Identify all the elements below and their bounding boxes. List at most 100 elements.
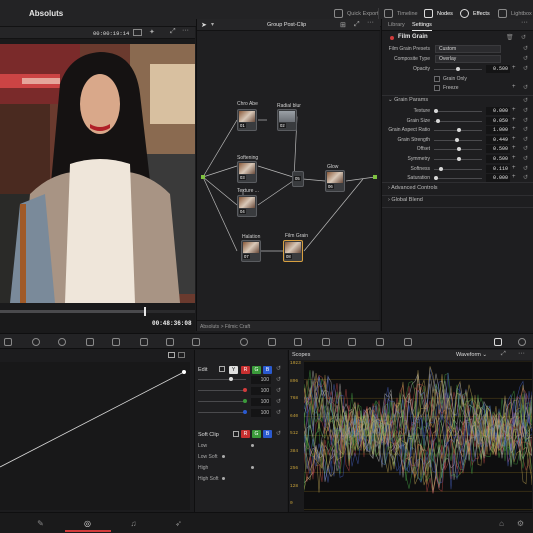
color-wheels-icon[interactable]	[32, 338, 40, 346]
channel-b-button[interactable]: B	[263, 366, 272, 374]
channel-r-button[interactable]: R	[241, 366, 250, 374]
more-icon[interactable]: ···	[182, 27, 189, 34]
grain-params-header[interactable]: ⌄ Grain Params	[388, 97, 428, 103]
param-slider[interactable]	[434, 166, 482, 171]
low-soft-knob[interactable]	[222, 455, 225, 458]
add-keyframe-icon[interactable]: +	[512, 65, 516, 71]
reset-icon[interactable]: ↺	[276, 376, 281, 383]
slider-knob[interactable]	[457, 157, 461, 161]
key-icon[interactable]	[348, 338, 356, 346]
add-keyframe-icon[interactable]: +	[512, 145, 516, 151]
link-icon[interactable]	[219, 366, 225, 372]
grain-only-checkbox[interactable]	[434, 76, 440, 82]
node-mixer[interactable]: 05	[292, 171, 304, 187]
node-glow[interactable]: 06	[325, 170, 345, 192]
viewer-image[interactable]	[0, 44, 195, 303]
trash-icon[interactable]: 🗑	[506, 34, 514, 41]
param-slider[interactable]	[434, 137, 482, 142]
channel-y-button[interactable]: Y	[229, 366, 238, 374]
slider-knob[interactable]	[434, 176, 438, 181]
more-icon[interactable]: ···	[518, 350, 525, 357]
param-value[interactable]: 0.000	[486, 107, 510, 115]
low-knob[interactable]	[251, 444, 254, 447]
curve-mode-icon[interactable]	[168, 352, 175, 358]
qualifier-icon[interactable]	[192, 338, 200, 346]
tab-library[interactable]: Library	[388, 22, 405, 28]
reset-icon[interactable]: ↺	[523, 136, 528, 143]
node-film-grain[interactable]: 08	[283, 240, 303, 262]
motion-effects-icon[interactable]	[112, 338, 120, 346]
param-slider[interactable]	[434, 109, 482, 113]
rgb-mixer-icon[interactable]	[86, 338, 94, 346]
reset-icon[interactable]: ↺	[523, 145, 528, 152]
gear-icon[interactable]: ⚙	[516, 519, 525, 528]
node-halation[interactable]: 07	[241, 240, 261, 262]
sizing-icon[interactable]	[376, 338, 384, 346]
slider-knob[interactable]	[243, 388, 247, 392]
scrub-bar[interactable]	[0, 307, 195, 316]
fairlight-page-icon[interactable]: ♫	[129, 519, 138, 528]
reset-icon[interactable]: ↺	[521, 34, 526, 41]
param-slider[interactable]	[434, 157, 482, 161]
softclip-g-button[interactable]: G	[252, 430, 261, 438]
playhead[interactable]	[144, 307, 146, 316]
param-value[interactable]: 1.000	[486, 126, 510, 135]
reset-icon[interactable]: ↺	[276, 430, 281, 437]
reset-icon[interactable]: ↺	[276, 365, 281, 372]
reset-icon[interactable]: ↺	[523, 174, 528, 181]
node-texture[interactable]: 04	[237, 195, 257, 217]
channel-slider[interactable]	[198, 412, 246, 413]
sparkle-icon[interactable]: ✦	[149, 28, 155, 36]
lightbox-button[interactable]: Lightbox	[498, 9, 532, 18]
palette-icon[interactable]	[4, 338, 12, 346]
edit-page-icon[interactable]: ✎	[36, 519, 45, 528]
softclip-r-button[interactable]: R	[241, 430, 250, 438]
param-value[interactable]: 0.449	[486, 135, 510, 144]
reset-icon[interactable]: ↺	[523, 107, 528, 114]
channel-g-button[interactable]: G	[252, 366, 261, 374]
tracker-icon[interactable]	[268, 338, 276, 346]
slider-knob[interactable]	[229, 377, 233, 381]
opacity-value[interactable]: 0.500	[486, 65, 510, 73]
add-keyframe-icon[interactable]: +	[512, 107, 516, 113]
global-blend-header[interactable]: › Global Blend	[388, 197, 423, 203]
node-radial-blur[interactable]: 02	[277, 109, 297, 131]
add-keyframe-icon[interactable]: +	[512, 84, 516, 90]
channel-slider[interactable]	[198, 379, 246, 380]
nodes-button[interactable]: Nodes	[424, 9, 453, 18]
magic-mask-icon[interactable]	[294, 338, 302, 346]
param-value[interactable]: 0.500	[486, 155, 510, 163]
more-icon[interactable]: ···	[521, 19, 528, 26]
slider-knob[interactable]	[457, 128, 461, 133]
scope-mode-dropdown[interactable]: Waveform ⌄	[456, 352, 487, 358]
freeze-checkbox[interactable]	[434, 85, 440, 91]
slider-knob[interactable]	[456, 67, 460, 71]
param-value[interactable]: 0.000	[486, 174, 510, 183]
expand-icon[interactable]: ⤢	[170, 28, 176, 36]
deliver-page-icon[interactable]: ➶	[174, 519, 183, 528]
composite-dropdown[interactable]: Overlay	[435, 55, 501, 63]
curves-icon[interactable]	[140, 338, 148, 346]
reset-icon[interactable]: ↺	[523, 126, 528, 133]
color-warper-icon[interactable]	[166, 338, 174, 346]
reset-icon[interactable]: ↺	[523, 155, 528, 162]
reset-icon[interactable]: ↺	[276, 409, 281, 416]
advanced-controls-header[interactable]: › Advanced Controls	[388, 185, 438, 191]
green-value[interactable]: 100	[251, 398, 271, 406]
slider-knob[interactable]	[436, 118, 441, 123]
luma-value[interactable]: 100	[251, 376, 271, 384]
curve-mode-icon[interactable]	[178, 352, 185, 358]
channel-slider[interactable]	[198, 401, 246, 402]
quick-export-button[interactable]: Quick Export	[334, 9, 378, 18]
add-keyframe-icon[interactable]: +	[512, 117, 516, 123]
clip-icon[interactable]	[133, 29, 142, 36]
presets-dropdown[interactable]: Custom	[435, 45, 501, 53]
blue-value[interactable]: 100	[251, 409, 271, 417]
param-slider[interactable]	[434, 147, 482, 152]
red-value[interactable]: 100	[251, 387, 271, 395]
param-value[interactable]: 0.050	[486, 116, 510, 125]
opacity-slider[interactable]	[434, 67, 482, 71]
add-keyframe-icon[interactable]: +	[512, 136, 516, 142]
slider-knob[interactable]	[243, 410, 247, 414]
add-keyframe-icon[interactable]: +	[512, 174, 516, 180]
